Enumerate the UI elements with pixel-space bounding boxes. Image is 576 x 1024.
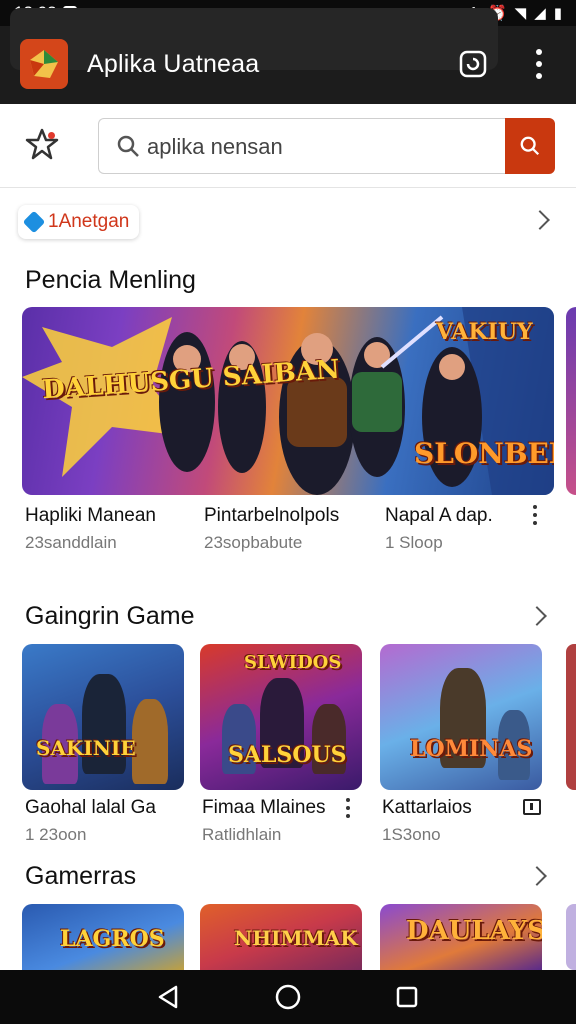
featured-card-3-more-icon[interactable] [532,505,538,525]
banner-logo-right-top: VAKIUY [436,319,533,345]
tag-icon [22,210,46,234]
game-thumb-2-logo: SALSOUS [228,742,347,768]
game-card-title-3[interactable]: Kattarlaios [382,797,472,819]
game-card-sub-3: 1S3ono [382,825,441,844]
game-card-3-library-icon[interactable] [523,799,541,815]
category-chip-label: 1Anetgan [48,211,130,232]
games-next-peek[interactable] [566,644,576,790]
gamerras-thumb-3-logo: DAULAYS [406,916,542,946]
app-logo-icon[interactable] [20,39,68,89]
game-thumb-2[interactable]: SLWIDOS SALSOUS [200,644,362,790]
nav-back-icon[interactable] [156,984,182,1010]
game-card-title-1[interactable]: Gaohal lalal Ga [25,797,156,819]
gamerras-thumb-2[interactable]: NHIMMAK [200,904,362,970]
gamerras-thumb-1-logo: LAGROS [60,926,165,952]
search-icon [116,134,140,158]
search-input-value[interactable]: aplika nensan [147,134,283,160]
featured-card-sub-1: 23sanddlain [25,533,117,552]
app-title: Aplika Uatneaa [87,50,260,78]
game-card-2-more-icon[interactable] [345,798,351,818]
search-button[interactable] [505,118,555,174]
featured-card-sub-3: 1 Sloop [385,533,443,552]
favorites-icon[interactable] [22,124,62,164]
section-games-chevron-icon[interactable] [527,606,547,626]
search-button-icon [520,136,540,156]
game-thumb-1[interactable]: SAKINIE [22,644,184,790]
game-card-title-2[interactable]: Fimaa Mlaines [202,797,326,819]
wifi-icon: ◥ [514,5,527,22]
gamerras-thumb-2-logo: NHIMMAK [234,926,358,950]
gamerras-thumb-1[interactable]: LAGROS [22,904,184,970]
more-options-icon[interactable] [524,44,554,84]
section-title-games: Gaingrin Game [25,602,195,630]
gamerras-thumb-3[interactable]: DAULAYS [380,904,542,970]
featured-banner[interactable]: DALHUSGU SAIBAN VAKIUY SLONBEN [22,307,554,495]
nav-home-icon[interactable] [274,983,302,1011]
game-thumb-3[interactable]: LOMINAS [380,644,542,790]
refresh-icon[interactable] [456,46,490,82]
banner-next-peek[interactable] [566,307,576,495]
gamerras-next-peek[interactable] [566,904,576,970]
section-gamerras-chevron-icon[interactable] [527,866,547,886]
featured-card-title-2[interactable]: Pintarbelnolpols [204,505,339,527]
section-title-gamerras: Gamerras [25,862,137,890]
system-nav-bar [0,970,576,1024]
chip-row-chevron-icon[interactable] [530,210,550,230]
game-card-sub-1: 1 23oon [25,825,87,844]
game-thumb-1-logo: SAKINIE [36,736,136,760]
game-thumb-3-logo: LOMINAS [410,736,533,762]
nav-recents-icon[interactable] [394,984,420,1010]
favorites-badge [48,132,55,139]
game-thumb-2-logo-top: SLWIDOS [244,652,342,673]
featured-card-title-1[interactable]: Hapliki Manean [25,505,156,527]
game-card-sub-2: Ratlidhlain [202,825,282,844]
battery-icon: ▮ [553,5,562,22]
featured-card-sub-2: 23sopbabute [204,533,303,552]
section-title-featured: Pencia Menling [25,266,196,294]
banner-logo-right: SLONBEN [414,437,554,470]
signal-icon: ◢ [534,5,546,22]
category-chip[interactable]: 1Anetgan [18,205,140,239]
featured-card-title-3[interactable]: Napal A dap. [385,505,493,527]
